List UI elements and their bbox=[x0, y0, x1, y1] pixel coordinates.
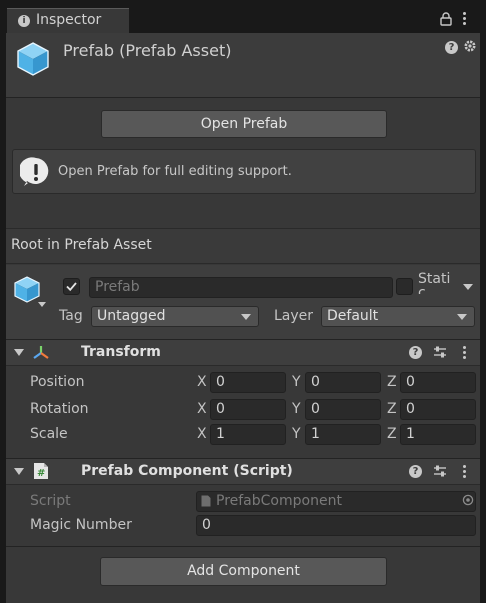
axis-z-label[interactable]: Z bbox=[387, 374, 397, 390]
separator bbox=[6, 546, 480, 547]
component-menu-icon[interactable] bbox=[463, 465, 466, 480]
info-icon: i bbox=[18, 15, 30, 27]
object-picker-icon[interactable] bbox=[462, 494, 474, 506]
chevron-down-icon bbox=[457, 314, 467, 320]
add-component-button[interactable]: Add Component bbox=[100, 557, 387, 586]
tab-menu-icon[interactable] bbox=[463, 12, 466, 27]
foldout-arrow-icon[interactable] bbox=[14, 349, 24, 356]
scale-x-field[interactable]: 1 bbox=[210, 424, 286, 445]
name-field[interactable]: Prefab bbox=[89, 277, 393, 298]
tag-label: Tag bbox=[59, 308, 83, 324]
static-label: Static bbox=[418, 272, 451, 294]
position-label: Position bbox=[30, 374, 85, 390]
axis-x-label[interactable]: X bbox=[197, 401, 207, 417]
preset-sliders-icon[interactable] bbox=[433, 464, 447, 478]
scale-z-field[interactable]: 1 bbox=[400, 424, 476, 445]
layer-label: Layer bbox=[274, 308, 314, 324]
transform-axis-icon bbox=[32, 344, 50, 360]
rotation-x-field[interactable]: 0 bbox=[210, 399, 286, 420]
axis-x-label[interactable]: X bbox=[197, 426, 207, 442]
preset-sliders-icon[interactable] bbox=[433, 345, 447, 359]
warning-icon bbox=[18, 156, 52, 188]
layer-dropdown[interactable]: Default bbox=[321, 306, 475, 327]
chevron-down-icon bbox=[241, 314, 251, 320]
script-value: PrefabComponent bbox=[216, 493, 342, 509]
help-icon[interactable]: ? bbox=[409, 346, 422, 359]
icon-dropdown-icon[interactable] bbox=[38, 302, 46, 307]
checkmark-icon bbox=[66, 282, 77, 292]
script-small-icon bbox=[201, 495, 211, 507]
help-icon[interactable]: ? bbox=[445, 41, 458, 54]
tab-title: Inspector bbox=[36, 12, 102, 28]
foldout-arrow-icon[interactable] bbox=[14, 468, 24, 475]
rotation-y-field[interactable]: 0 bbox=[305, 399, 381, 420]
prefab-component-title: Prefab Component (Script) bbox=[81, 463, 293, 479]
prefab-cube-icon bbox=[15, 41, 51, 77]
help-message: Open Prefab for full editing support. bbox=[58, 164, 292, 179]
script-file-icon: # bbox=[33, 462, 49, 480]
header-title: Prefab (Prefab Asset) bbox=[63, 41, 232, 60]
tab-inspector[interactable]: i Inspector bbox=[7, 8, 129, 34]
help-icon[interactable]: ? bbox=[409, 465, 422, 478]
component-menu-icon[interactable] bbox=[463, 346, 466, 361]
axis-y-label[interactable]: Y bbox=[292, 401, 301, 417]
transform-title: Transform bbox=[81, 344, 161, 360]
script-label: Script bbox=[30, 493, 71, 509]
gear-icon[interactable] bbox=[463, 39, 477, 53]
active-checkbox[interactable] bbox=[63, 278, 80, 295]
axis-y-label[interactable]: Y bbox=[292, 374, 301, 390]
static-checkbox[interactable] bbox=[396, 278, 413, 295]
magic-number-field[interactable]: 0 bbox=[196, 515, 476, 536]
static-dropdown-icon[interactable] bbox=[463, 284, 473, 290]
scale-y-field[interactable]: 1 bbox=[305, 424, 381, 445]
magic-number-label: Magic Number bbox=[30, 517, 132, 533]
tag-value: Untagged bbox=[97, 308, 166, 324]
position-y-field[interactable]: 0 bbox=[305, 372, 381, 393]
axis-y-label[interactable]: Y bbox=[292, 426, 301, 442]
layer-value: Default bbox=[327, 308, 379, 324]
scale-label: Scale bbox=[30, 426, 68, 442]
axis-z-label[interactable]: Z bbox=[387, 401, 397, 417]
lock-icon[interactable] bbox=[440, 12, 452, 26]
script-field: PrefabComponent bbox=[196, 491, 476, 512]
root-label: Root in Prefab Asset bbox=[11, 237, 152, 253]
tag-dropdown[interactable]: Untagged bbox=[91, 306, 259, 327]
rotation-label: Rotation bbox=[30, 401, 89, 417]
axis-x-label[interactable]: X bbox=[197, 374, 207, 390]
svg-text:#: # bbox=[37, 468, 45, 479]
position-x-field[interactable]: 0 bbox=[210, 372, 286, 393]
position-z-field[interactable]: 0 bbox=[400, 372, 476, 393]
axis-z-label[interactable]: Z bbox=[387, 426, 397, 442]
open-prefab-button[interactable]: Open Prefab bbox=[101, 110, 387, 138]
rotation-z-field[interactable]: 0 bbox=[400, 399, 476, 420]
